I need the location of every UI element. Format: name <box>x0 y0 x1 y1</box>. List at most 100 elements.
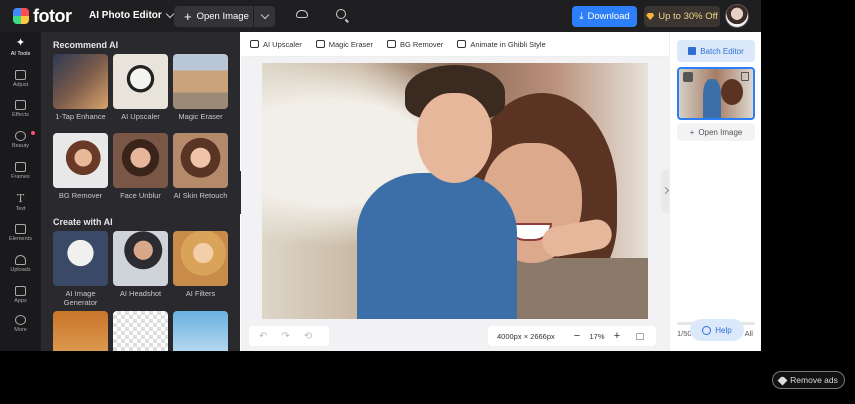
tool-label: AI Upscaler <box>263 39 302 49</box>
tool-label: BG Remover <box>399 39 444 49</box>
app-menu-label: AI Photo Editor <box>89 10 162 21</box>
remove-ads-label: Remove ads <box>790 375 838 385</box>
tile-image <box>53 54 108 109</box>
rail-item-uploads[interactable]: Uploads <box>0 255 41 273</box>
notification-dot <box>31 131 35 135</box>
tile-image <box>53 231 108 286</box>
chevron-down-icon <box>260 10 269 20</box>
rail-item-label: Elements <box>9 236 32 242</box>
zoom-out-button[interactable]: − <box>568 330 586 342</box>
tile-ai-image-generator[interactable]: AI Image Generator <box>53 231 108 307</box>
rail-item-apps[interactable]: Apps <box>0 286 41 304</box>
logo-text: fotor <box>33 6 72 26</box>
remove-ads-button[interactable]: Remove ads <box>772 371 845 389</box>
app-menu[interactable]: AI Photo Editor <box>89 9 175 21</box>
tile-label: BG Remover <box>58 191 103 200</box>
search-icon[interactable] <box>336 9 346 19</box>
reset-icon[interactable]: ⟲ <box>304 331 312 342</box>
tile-image <box>113 133 168 188</box>
tile-bg-remover[interactable]: BG Remover <box>53 133 108 200</box>
tile-image <box>53 133 108 188</box>
rail-item-text[interactable]: T Text <box>0 193 41 212</box>
download-label: Download <box>587 11 630 22</box>
tile-partial-3[interactable] <box>173 311 228 351</box>
avatar[interactable] <box>725 4 749 28</box>
tile-1-tap-enhance[interactable]: 1-Tap Enhance <box>53 54 108 121</box>
eye-icon <box>15 131 26 141</box>
plus-icon: + <box>184 8 192 24</box>
open-image-button[interactable]: + Open Image <box>174 6 254 27</box>
tile-image <box>173 311 228 351</box>
undo-icon[interactable]: ↶ <box>259 331 267 342</box>
eraser-icon <box>315 40 325 48</box>
rail-item-label: More <box>14 327 27 333</box>
layers-icon[interactable] <box>683 72 693 82</box>
more-icon <box>15 315 26 325</box>
tile-label: Face Unblur <box>120 191 161 200</box>
fit-screen-icon[interactable] <box>636 332 644 340</box>
zoom-in-button[interactable]: + <box>608 330 626 342</box>
tile-label: 1-Tap Enhance <box>55 112 106 121</box>
tile-label: AI Headshot <box>119 289 162 298</box>
tile-magic-eraser[interactable]: Magic Eraser <box>173 54 228 121</box>
rail-item-label: AI Tools <box>10 51 31 57</box>
redo-icon[interactable]: ↷ <box>281 331 289 342</box>
sparkle-icon: ✦ <box>15 37 26 49</box>
upscale-icon <box>250 40 259 48</box>
tile-ai-upscaler[interactable]: AI Upscaler <box>113 54 168 121</box>
rail-item-ai-tools[interactable]: ✦ AI Tools <box>0 37 41 58</box>
animate-icon <box>457 40 467 48</box>
tile-label: AI Filters <box>185 289 216 298</box>
cloud-icon[interactable] <box>296 10 308 18</box>
help-button[interactable]: Help <box>690 319 744 341</box>
download-button[interactable]: ⤓ Download <box>572 6 637 27</box>
tile-ai-filters[interactable]: AI Filters <box>173 231 228 298</box>
batch-icon <box>688 47 697 55</box>
tile-label: AI Skin Retouch <box>173 191 228 200</box>
delete-icon[interactable] <box>741 72 749 81</box>
tile-label: Magic Eraser <box>178 112 223 121</box>
recommend-heading: Recommend AI <box>53 40 119 50</box>
chevron-down-icon <box>165 9 175 19</box>
download-icon: ⤓ <box>579 11 584 22</box>
image-thumbnail[interactable] <box>677 67 755 120</box>
tile-image <box>53 311 108 351</box>
rail-item-adjust[interactable]: Adjust <box>0 70 41 88</box>
photo-canvas[interactable] <box>262 63 648 319</box>
tile-image <box>173 231 228 286</box>
tile-label: AI Upscaler <box>121 112 160 121</box>
help-label: Help <box>715 325 732 335</box>
heart-icon <box>777 375 788 385</box>
app-window: fotor AI Photo Editor + Open Image ⤓ Dow… <box>0 0 761 351</box>
photo-subject <box>357 173 517 319</box>
tool-magic-eraser[interactable]: Magic Eraser <box>315 40 373 49</box>
tool-label: Animate in Ghibli Style <box>470 39 546 49</box>
rail-item-beauty[interactable]: Beauty <box>0 131 41 149</box>
add-image-button[interactable]: + Open Image <box>677 123 755 141</box>
rail-item-more[interactable]: More <box>0 315 41 333</box>
rail-item-label: Beauty <box>11 143 30 149</box>
help-icon <box>702 325 712 335</box>
batch-panel: Batch Editor + Open Image 1/50 Clear All <box>669 32 761 351</box>
tile-partial-2[interactable] <box>113 311 168 351</box>
batch-editor-label: Batch Editor <box>700 46 744 56</box>
tool-bg-remover[interactable]: BG Remover <box>386 39 444 49</box>
tile-face-unblur[interactable]: Face Unblur <box>113 133 168 200</box>
tile-image <box>113 231 168 286</box>
tool-ai-upscaler[interactable]: AI Upscaler <box>250 40 302 49</box>
fotor-logo[interactable]: fotor <box>13 6 72 26</box>
rail-item-elements[interactable]: Elements <box>0 224 41 242</box>
tile-ai-headshot[interactable]: AI Headshot <box>113 231 168 298</box>
tile-label: AI Image Generator <box>63 289 98 307</box>
tile-partial-1[interactable] <box>53 311 108 351</box>
tool-animate-ghibli[interactable]: Animate in Ghibli Style <box>457 39 546 49</box>
zoom-controls: 4000px × 2666px − 17% + <box>488 326 656 346</box>
open-image-dropdown[interactable] <box>254 6 275 27</box>
zoom-level[interactable]: 17% <box>586 332 608 341</box>
tile-ai-skin-retouch[interactable]: AI Skin Retouch <box>173 133 228 200</box>
batch-editor-button[interactable]: Batch Editor <box>677 40 755 62</box>
quick-tools-bar: AI Upscaler Magic Eraser BG Remover Anim… <box>241 32 669 57</box>
rail-item-frames[interactable]: Frames <box>0 162 41 180</box>
promo-button[interactable]: Up to 30% Off <box>644 6 720 27</box>
rail-item-effects[interactable]: Effects <box>0 100 41 118</box>
